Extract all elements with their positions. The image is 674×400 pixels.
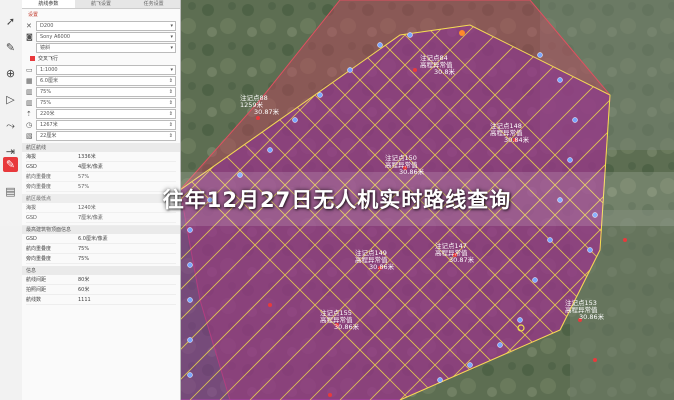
stat-value: 1336米 [78,154,96,160]
camera-row: ◙ Sony A6000 ▾ [26,32,176,42]
route-icon[interactable]: ⤳ [3,118,18,133]
stat-value: 1111 [78,296,91,303]
overlap-icon: ▥ [26,88,33,96]
stat-key: 航线数 [26,297,42,303]
map-label-t3: 30.84米 [504,135,530,144]
stat-value: 80米 [78,277,90,283]
overlap-side-row: ▥ 75% ⇕ [26,98,176,108]
gsd-icon: ▦ [26,77,33,85]
settings-icon[interactable]: ✎ [3,157,18,172]
map-label-t3: 30.86米 [369,262,395,271]
altitude-row: ⇡ 220米 ⇕ [26,109,176,119]
altitude-input[interactable]: 220米 ⇕ [36,109,176,119]
banner-title: 往年12月27日无人机实时路线查询 [162,188,512,212]
map-label-t3: 30.86米 [579,312,605,321]
stat-row: GSD 4厘米/像素 [26,162,176,172]
camera-icon: ◙ [26,33,33,41]
overlap-side-icon: ▥ [26,99,33,107]
overlap-side-input[interactable]: 75% ⇕ [36,98,176,108]
stat-row: 海拔 1336米 [26,152,176,162]
pointer-icon[interactable]: ➚ [3,14,18,29]
stat-value: 75% [78,245,90,252]
lens-select[interactable]: 镜斜 ▾ [36,43,176,53]
stat-value: 75% [78,255,90,262]
stat-key: 航向重叠度 [26,246,52,252]
stat-row: 航线间距 80米 [26,275,176,285]
scale-row: ▭ 1:1000 ▾ [26,65,176,75]
polygon-icon[interactable]: ▷ [3,92,18,107]
stat-key: GSD [26,235,37,242]
panel-tabs: 航线参数 航飞设置 任务设置 [22,0,180,9]
lens-row: 镜斜 ▾ [26,43,176,53]
map-label-t3: 30.8米 [434,67,455,76]
stat-key: 海拔 [26,154,37,160]
speed-icon: ▧ [26,132,33,140]
map-label-t3: 30.87米 [254,107,280,116]
target-icon[interactable]: ⊕ [3,66,18,81]
stat-value: 6.0厘米/像素 [78,236,108,242]
cross-flight-label: 交叉飞行 [38,56,59,62]
start-point-marker[interactable] [459,30,465,36]
map-label-t3: 30.86米 [334,322,360,331]
stat-value: 60米 [78,287,90,293]
group-route-area: 航区航线 [22,143,180,152]
stat-row: 航线数 1111 [26,295,176,305]
stat-row: 航向重叠度 75% [26,244,176,254]
gsd-input[interactable]: 6.0厘米 ⇕ [36,76,176,86]
stats-info: 航线间距 80米拍照间距 60米航线数 1111 [22,275,180,305]
stat-row: GSD 6.0厘米/像素 [26,234,176,244]
group-info: 信息 [22,266,180,275]
stat-key: 航线间距 [26,277,47,283]
scale-icon: ▭ [26,66,33,74]
stat-value: 4厘米/像素 [78,164,103,170]
drone-icon: ✕ [26,22,32,30]
overlap-forward-input[interactable]: 75% ⇕ [36,87,176,97]
group-highest-building: 最高建筑物顶面信息 [22,225,180,234]
area-icon: ◷ [26,121,33,129]
stats-highest-building: GSD 6.0厘米/像素航向重叠度 75% 旁向重叠度 75% [22,234,180,264]
speed-row: ▧ 22厘米 ⇕ [26,131,176,141]
area-input[interactable]: 1267米 ⇕ [36,120,176,130]
tab-mission-settings[interactable]: 任务设置 [127,0,180,8]
drone-row: ✕ D200 ▾ [26,21,176,31]
pen-icon[interactable]: ✎ [3,40,18,55]
stat-key: GSD [26,163,37,170]
section-title: 设置 [28,12,39,18]
area-row: ◷ 1267米 ⇕ [26,120,176,130]
tab-route-params[interactable]: 航线参数 [22,0,75,8]
stat-row: 旁向重叠度 75% [26,254,176,264]
tab-flight-settings[interactable]: 航飞设置 [75,0,128,8]
speed-input[interactable]: 22厘米 ⇕ [36,131,176,141]
overlap-forward-row: ▥ 75% ⇕ [26,87,176,97]
camera-select[interactable]: Sony A6000 ▾ [36,32,176,42]
checkbox-icon [30,56,35,61]
gsd-row: ▦ 6.0厘米 ⇕ [26,76,176,86]
stat-key: 旁向重叠度 [26,256,52,262]
stat-row: 拍照间距 60米 [26,285,176,295]
scale-select[interactable]: 1:1000 ▾ [36,65,176,75]
cross-flight-checkbox[interactable]: 交叉飞行 [30,55,172,62]
map-label-t3: 30.87米 [449,255,475,264]
altitude-icon: ⇡ [26,110,32,118]
stat-key: 拍照间距 [26,287,47,293]
title-banner: 往年12月27日无人机实时路线查询 [0,172,674,226]
drone-select[interactable]: D200 ▾ [36,21,176,31]
